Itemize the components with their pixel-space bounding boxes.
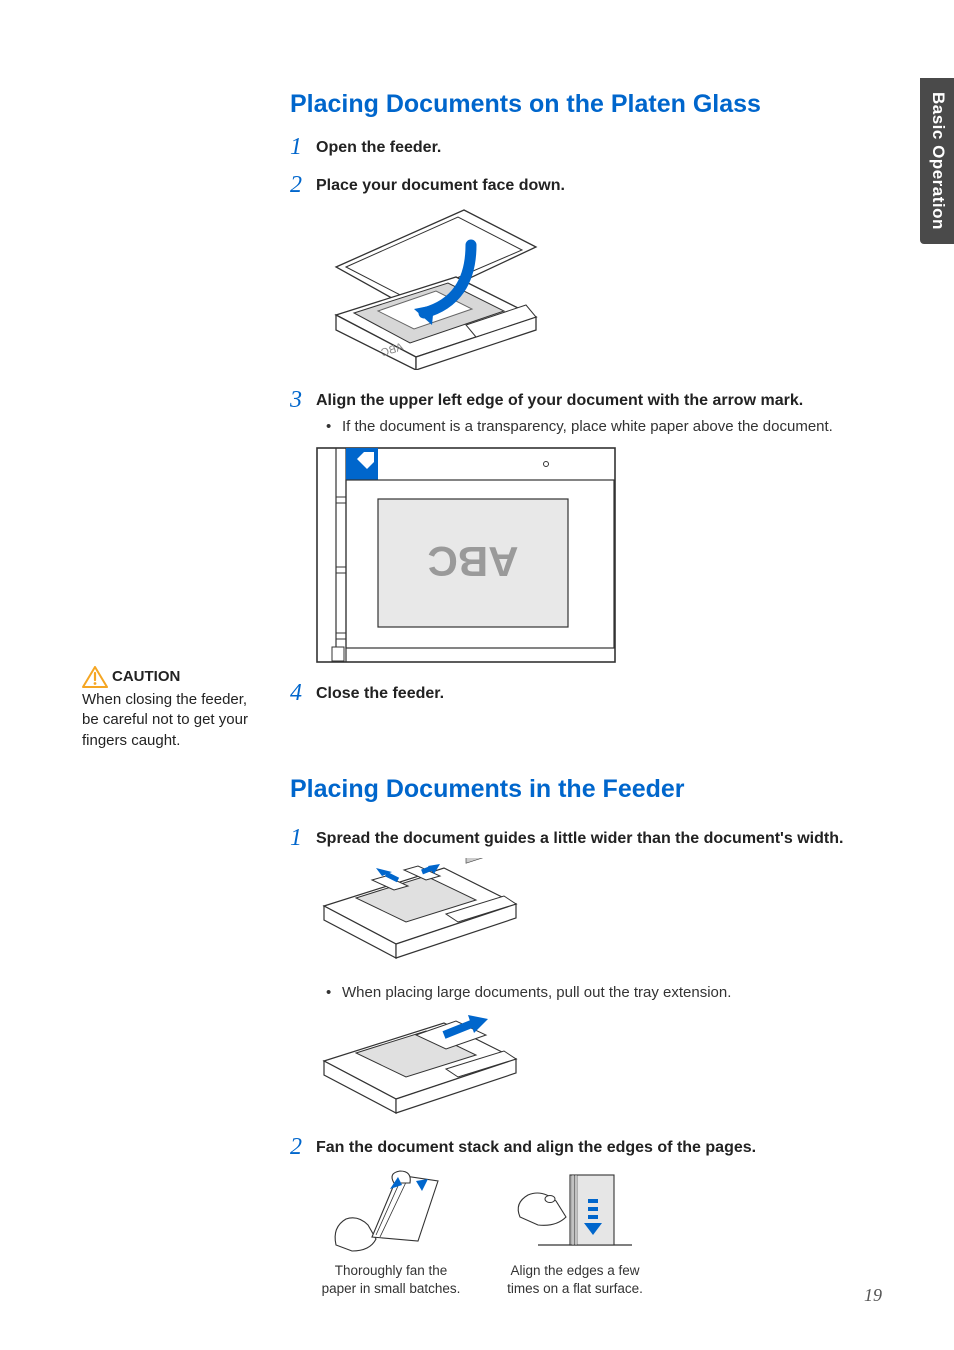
step-number: 2: [290, 173, 316, 197]
step-row: 4 Close the feeder.: [290, 681, 850, 705]
step-number: 4: [290, 681, 316, 705]
step-bullet: • When placing large documents, pull out…: [326, 984, 850, 1001]
step-number: 3: [290, 388, 316, 412]
step-row: 1 Spread the document guides a little wi…: [290, 826, 850, 850]
caution-text: When closing the feeder, be careful not …: [82, 690, 250, 751]
step-bullet: • If the document is a transparency, pla…: [326, 418, 850, 435]
step-title: Close the feeder.: [316, 681, 444, 705]
step-row: 2 Place your document face down.: [290, 173, 850, 197]
fan-paper-illustration: [328, 1167, 454, 1253]
step-title: Open the feeder.: [316, 135, 441, 159]
align-paper-illustration: [512, 1167, 638, 1253]
caution-callout: CAUTION When closing the feeder, be care…: [82, 666, 250, 751]
step-title: Spread the document guides a little wide…: [316, 826, 843, 850]
fan-align-group: Thoroughly fan the paper in small batche…: [316, 1167, 850, 1297]
page-number: 19: [864, 1285, 882, 1306]
step-title: Fan the document stack and align the edg…: [316, 1135, 756, 1159]
step-title: Align the upper left edge of your docume…: [316, 388, 803, 412]
step-row: 1 Open the feeder.: [290, 135, 850, 159]
step-row: 2 Fan the document stack and align the e…: [290, 1135, 850, 1159]
caution-icon: [82, 666, 108, 688]
step-row: 3 Align the upper left edge of your docu…: [290, 388, 850, 412]
section-title-feeder: Placing Documents in the Feeder: [290, 775, 850, 804]
section-title-platen: Placing Documents on the Platen Glass: [290, 90, 850, 119]
step-number: 2: [290, 1135, 316, 1159]
platen-diagram-illustration: ABC: [316, 447, 616, 663]
illustration-caption: Thoroughly fan the paper in small batche…: [316, 1262, 466, 1297]
scanner-open-illustration: ABC: [316, 205, 546, 370]
bullet-text: When placing large documents, pull out t…: [342, 984, 731, 1001]
svg-text:ABC: ABC: [428, 538, 519, 585]
illustration-caption: Align the edges a few times on a flat su…: [500, 1262, 650, 1297]
feeder-extension-illustration: [316, 1013, 521, 1117]
step-number: 1: [290, 826, 316, 850]
step-title: Place your document face down.: [316, 173, 565, 197]
bullet-text: If the document is a transparency, place…: [342, 418, 833, 435]
step-number: 1: [290, 135, 316, 159]
feeder-guides-illustration: [316, 858, 521, 966]
caution-label: CAUTION: [112, 667, 180, 687]
section-tab: Basic Operation: [920, 78, 954, 244]
